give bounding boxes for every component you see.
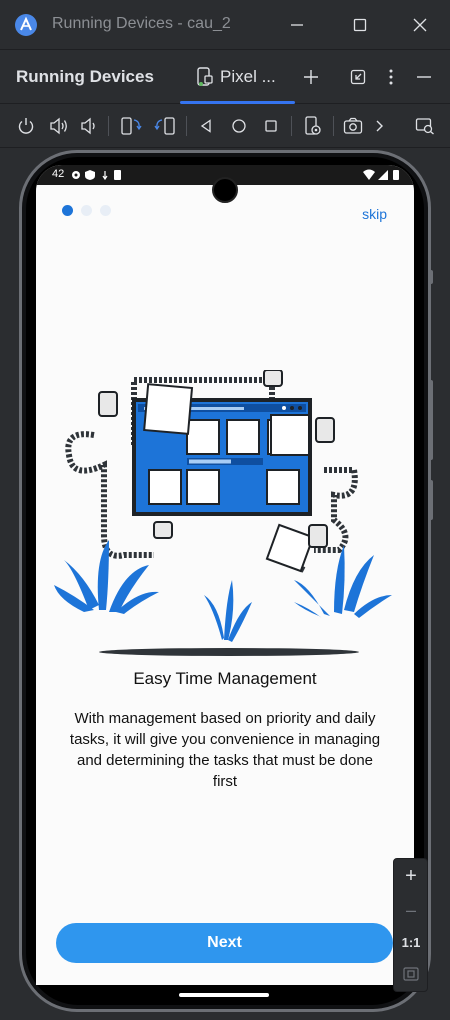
rotate-left-button[interactable] <box>116 111 146 141</box>
actual-size-button[interactable]: 1:1 <box>396 927 426 957</box>
maximize-icon <box>353 18 367 32</box>
volume-up-icon <box>50 117 67 135</box>
close-icon <box>413 18 427 32</box>
overview-icon <box>265 120 277 132</box>
plant-center-illustration <box>204 580 252 642</box>
maximize-button[interactable] <box>345 10 375 40</box>
zoom-in-button[interactable]: + <box>396 861 426 891</box>
close-button[interactable] <box>405 10 435 40</box>
overview-button[interactable] <box>256 111 286 141</box>
device-screen[interactable]: 42 skip Easy Time Management With manage… <box>36 165 414 985</box>
front-camera <box>212 177 238 203</box>
rotate-right-icon <box>154 117 175 135</box>
home-icon <box>232 119 246 133</box>
minimize-icon <box>291 24 303 26</box>
screenshot-icon <box>343 117 363 134</box>
toolbar-separator <box>333 116 334 136</box>
status-system-icons <box>363 169 399 180</box>
toolbar-separator <box>108 116 109 136</box>
hide-button[interactable] <box>409 62 439 92</box>
device-settings-button[interactable] <box>298 111 328 141</box>
page-indicator <box>62 205 111 216</box>
device-volume-button[interactable] <box>429 380 433 460</box>
device-side-button[interactable] <box>429 270 433 284</box>
rotate-right-button[interactable] <box>150 111 180 141</box>
skip-button[interactable]: skip <box>362 206 387 222</box>
more-vert-icon <box>389 69 393 85</box>
zoom-out-button[interactable]: – <box>396 895 426 925</box>
onboarding-description: With management based on priority and da… <box>69 710 381 790</box>
tool-window-title: Running Devices <box>16 67 154 86</box>
plant-left-illustration <box>54 540 159 614</box>
fit-screen-button[interactable] <box>396 959 426 989</box>
device-manager-button[interactable] <box>410 111 440 141</box>
android-studio-logo-icon <box>15 14 37 36</box>
restore-button[interactable] <box>343 62 373 92</box>
back-button[interactable] <box>191 111 221 141</box>
page-dot <box>100 205 111 216</box>
device-toolbar <box>0 104 450 148</box>
plant-right-illustration <box>294 545 392 618</box>
device-icon <box>197 67 213 86</box>
rotate-left-icon <box>121 117 142 135</box>
chevron-right-icon <box>376 120 383 132</box>
zoom-panel: + – 1:1 <box>393 858 428 992</box>
page-dot-active <box>62 205 73 216</box>
tab-pixel[interactable]: Pixel ... <box>180 50 295 104</box>
add-tab-button[interactable] <box>296 62 326 92</box>
toolbar-separator <box>186 116 187 136</box>
gesture-nav-handle[interactable] <box>179 993 269 997</box>
fit-screen-icon <box>403 967 419 981</box>
home-button[interactable] <box>224 111 254 141</box>
power-button[interactable] <box>11 111 41 141</box>
restore-icon <box>350 69 366 85</box>
tool-window-header: Running Devices Pixel ... <box>0 50 450 104</box>
more-options-button[interactable] <box>376 62 406 92</box>
device-manager-icon <box>415 118 434 135</box>
hide-icon <box>417 76 431 78</box>
next-button[interactable]: Next <box>56 923 393 963</box>
window-title: Running Devices - cau_2 <box>52 15 231 32</box>
status-time: 42 <box>52 168 65 180</box>
device-settings-icon <box>305 116 321 135</box>
back-icon <box>200 119 211 133</box>
page-dot <box>81 205 92 216</box>
add-icon <box>304 70 318 84</box>
volume-up-button[interactable] <box>44 111 74 141</box>
title-bar: Running Devices - cau_2 <box>0 0 450 50</box>
minimize-button[interactable] <box>282 10 312 40</box>
status-notification-icons <box>72 170 121 181</box>
device-power-button[interactable] <box>429 480 433 520</box>
toolbar-separator <box>291 116 292 136</box>
power-icon <box>18 118 34 134</box>
volume-down-button[interactable] <box>74 111 104 141</box>
tab-label: Pixel ... <box>220 67 276 86</box>
volume-down-icon <box>81 117 95 135</box>
more-toolbar-button[interactable] <box>364 111 394 141</box>
ground-shadow <box>99 648 359 656</box>
onboarding-illustration <box>54 370 392 656</box>
onboarding-title: Easy Time Management <box>133 669 317 688</box>
